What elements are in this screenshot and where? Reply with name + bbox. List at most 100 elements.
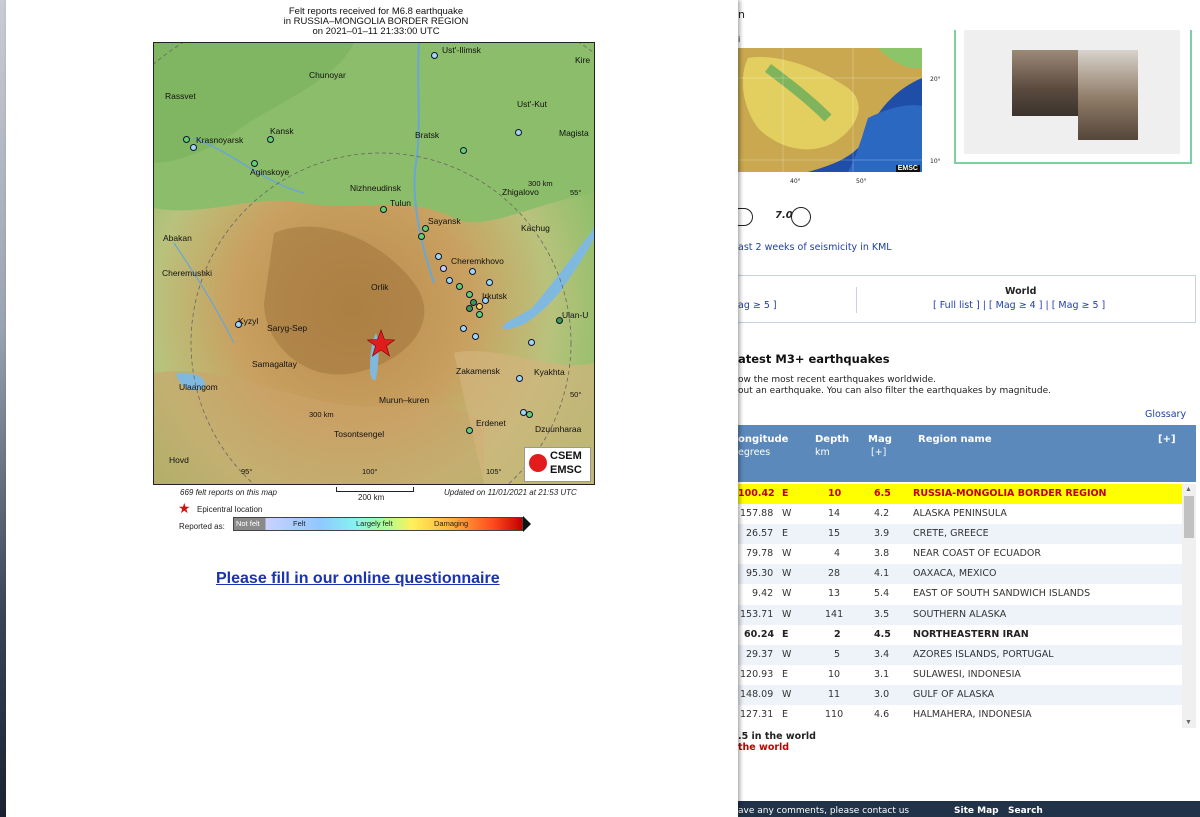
felt-report-dot[interactable] bbox=[526, 411, 533, 418]
city-label: Orlik bbox=[371, 282, 389, 292]
glossary-link[interactable]: Glossary bbox=[1145, 409, 1186, 420]
felt-report-dot[interactable] bbox=[380, 206, 387, 213]
felt-report-dot[interactable] bbox=[435, 253, 442, 260]
map-coordinate: 20° bbox=[930, 76, 941, 83]
felt-report-dot[interactable] bbox=[476, 311, 483, 318]
felt-report-dot[interactable] bbox=[267, 136, 274, 143]
city-label: Magista bbox=[559, 128, 589, 138]
world-summary-line: .5 in the world bbox=[738, 731, 816, 742]
region-map-image bbox=[738, 48, 922, 172]
region-header[interactable]: Region name bbox=[918, 434, 992, 445]
logo-globe-icon bbox=[529, 454, 547, 472]
footer-sitemap-link[interactable]: Site Map bbox=[954, 806, 999, 816]
city-label: Kire bbox=[575, 55, 591, 65]
felt-report-dot[interactable] bbox=[422, 225, 429, 232]
felt-report-dot[interactable] bbox=[251, 160, 258, 167]
longitude-unit: egrees bbox=[738, 447, 771, 458]
felt-report-dot[interactable] bbox=[482, 297, 489, 304]
longitude-label: 100° bbox=[362, 467, 378, 476]
magnitude-circle-icon bbox=[791, 207, 811, 227]
city-label: Zhigalovo bbox=[502, 187, 539, 197]
damage-photo-2[interactable] bbox=[1078, 50, 1138, 140]
city-label: Cheremushki bbox=[162, 268, 213, 278]
earthquake-row[interactable]: 29.37 W 5 3.4 AZORES ISLANDS, PORTUGAL bbox=[738, 644, 1182, 665]
felt-report-dot[interactable] bbox=[183, 136, 190, 143]
table-scrollbar[interactable]: ▲ ▼ bbox=[1182, 484, 1196, 728]
earthquake-row[interactable]: 9.42 W 13 5.4 EAST OF SOUTH SANDWICH ISLANDS bbox=[738, 584, 1182, 604]
city-label: Sayansk bbox=[428, 216, 461, 226]
city-label: Tulun bbox=[390, 198, 411, 208]
felt-report-dot[interactable] bbox=[528, 339, 535, 346]
city-label: Nizhneudinsk bbox=[350, 183, 402, 193]
felt-count-text: 669 felt reports on this map bbox=[180, 488, 277, 497]
earthquake-row[interactable]: 60.24 E 2 4.5 NORTHEASTERN IRAN bbox=[738, 625, 1182, 645]
kml-link[interactable]: ast 2 weeks of seismicity in KML bbox=[738, 242, 892, 253]
left-mag-links[interactable]: ag ≥ 5 ] bbox=[738, 300, 777, 311]
felt-report-window: Felt reports received for M6.8 earthquak… bbox=[6, 0, 738, 817]
scroll-up-icon[interactable]: ▲ bbox=[1185, 486, 1192, 493]
felt-report-dot[interactable] bbox=[446, 277, 453, 284]
city-label: Kachug bbox=[521, 223, 550, 233]
felt-report-dot[interactable] bbox=[190, 144, 197, 151]
earthquake-row[interactable]: 120.93 E 10 3.1 SULAWESI, INDONESIA bbox=[738, 665, 1182, 685]
felt-report-dot[interactable] bbox=[556, 317, 563, 324]
depth-unit: km bbox=[815, 447, 830, 458]
magnitude-expand[interactable]: [+] bbox=[871, 447, 886, 458]
world-mag-links[interactable]: [ Full list ] | [ Mag ≥ 4 ] | [ Mag ≥ 5 … bbox=[933, 300, 1105, 311]
felt-report-dot[interactable] bbox=[440, 265, 447, 272]
felt-report-dot[interactable] bbox=[460, 147, 467, 154]
cut-text: i bbox=[738, 35, 741, 44]
felt-report-dot[interactable] bbox=[418, 233, 425, 240]
felt-report-dot[interactable] bbox=[235, 321, 242, 328]
scroll-thumb[interactable] bbox=[1184, 496, 1194, 538]
footer-contact[interactable]: ave any comments, please contact us bbox=[738, 806, 909, 816]
felt-report-dot[interactable] bbox=[466, 427, 473, 434]
longitude-header[interactable]: ongitude bbox=[738, 434, 788, 445]
felt-report-dot[interactable] bbox=[476, 303, 483, 310]
latitude-label: 55° bbox=[570, 188, 582, 197]
photo-panel bbox=[954, 30, 1192, 164]
earthquake-row[interactable]: 153.71 W 141 3.5 SOUTHERN ALASKA bbox=[738, 604, 1182, 625]
damage-photo-1[interactable] bbox=[1012, 50, 1078, 116]
cut-heading: n bbox=[738, 8, 745, 21]
longitude-label: 95° bbox=[241, 467, 253, 476]
earthquake-row[interactable]: 26.57 E 15 3.9 CRETE, GREECE bbox=[738, 524, 1182, 545]
felt-report-dot[interactable] bbox=[515, 129, 522, 136]
city-label: Hovd bbox=[169, 455, 189, 465]
earthquake-row[interactable]: 79.78 W 4 3.8 NEAR COAST OF ECUADOR bbox=[738, 544, 1182, 564]
city-label: Murun–kuren bbox=[379, 395, 430, 405]
felt-report-dot[interactable] bbox=[456, 283, 463, 290]
city-label: Ust'-Ilimsk bbox=[442, 45, 481, 55]
region-seismicity-map[interactable]: EMSC bbox=[738, 48, 922, 172]
depth-header[interactable]: Depth bbox=[815, 434, 849, 445]
felt-report-dot[interactable] bbox=[466, 291, 473, 298]
map-coordinate: 10° bbox=[930, 158, 941, 165]
region-expand[interactable]: [+] bbox=[1158, 434, 1176, 445]
magnitude-header[interactable]: Mag bbox=[868, 434, 892, 445]
epicenter-star-icon: ★ bbox=[178, 500, 191, 516]
felt-report-dot[interactable] bbox=[516, 375, 523, 382]
city-label: Kyakhta bbox=[534, 367, 565, 377]
city-label: Ulan-U bbox=[562, 310, 589, 320]
felt-report-dot[interactable] bbox=[466, 305, 473, 312]
felt-report-dot[interactable] bbox=[472, 333, 479, 340]
scroll-down-icon[interactable]: ▼ bbox=[1185, 719, 1192, 726]
questionnaire-link[interactable]: Please fill in our online questionnaire bbox=[216, 570, 500, 588]
earthquake-table-header: ongitude egrees Depth km Mag [+] Region … bbox=[738, 425, 1196, 482]
earthquake-row[interactable]: 95.30 W 28 4.1 OAXACA, MEXICO bbox=[738, 564, 1182, 585]
epicenter-legend-label: Epicentral location bbox=[197, 505, 263, 514]
felt-report-dot[interactable] bbox=[460, 325, 467, 332]
earthquake-row[interactable]: 127.31 E 110 4.6 HALMAHERA, INDONESIA bbox=[738, 705, 1182, 725]
felt-reports-map[interactable]: Ust'-Ilimsk Kire Chunoyar Rassvet Ust'-K… bbox=[153, 42, 595, 485]
earthquake-row[interactable]: 157.88 W 14 4.2 ALASKA PENINSULA bbox=[738, 504, 1182, 524]
earthquake-row[interactable]: 148.09 W 11 3.0 GULF OF ALASKA bbox=[738, 684, 1182, 706]
footer-search-link[interactable]: Search bbox=[1008, 806, 1043, 816]
city-label: Dzuunharaa bbox=[535, 424, 582, 434]
latest-description: ow the most recent earthquakes worldwide… bbox=[738, 375, 936, 385]
earthquake-row[interactable]: 100.42 E 10 6.5 RUSSIA-MONGOLIA BORDER REGIO… bbox=[738, 484, 1182, 505]
felt-report-dot[interactable] bbox=[431, 52, 438, 59]
scale-label: 200 km bbox=[358, 493, 385, 502]
felt-report-dot[interactable] bbox=[469, 268, 476, 275]
felt-report-dot[interactable] bbox=[486, 279, 493, 286]
map-logo: EMSC bbox=[895, 165, 920, 172]
